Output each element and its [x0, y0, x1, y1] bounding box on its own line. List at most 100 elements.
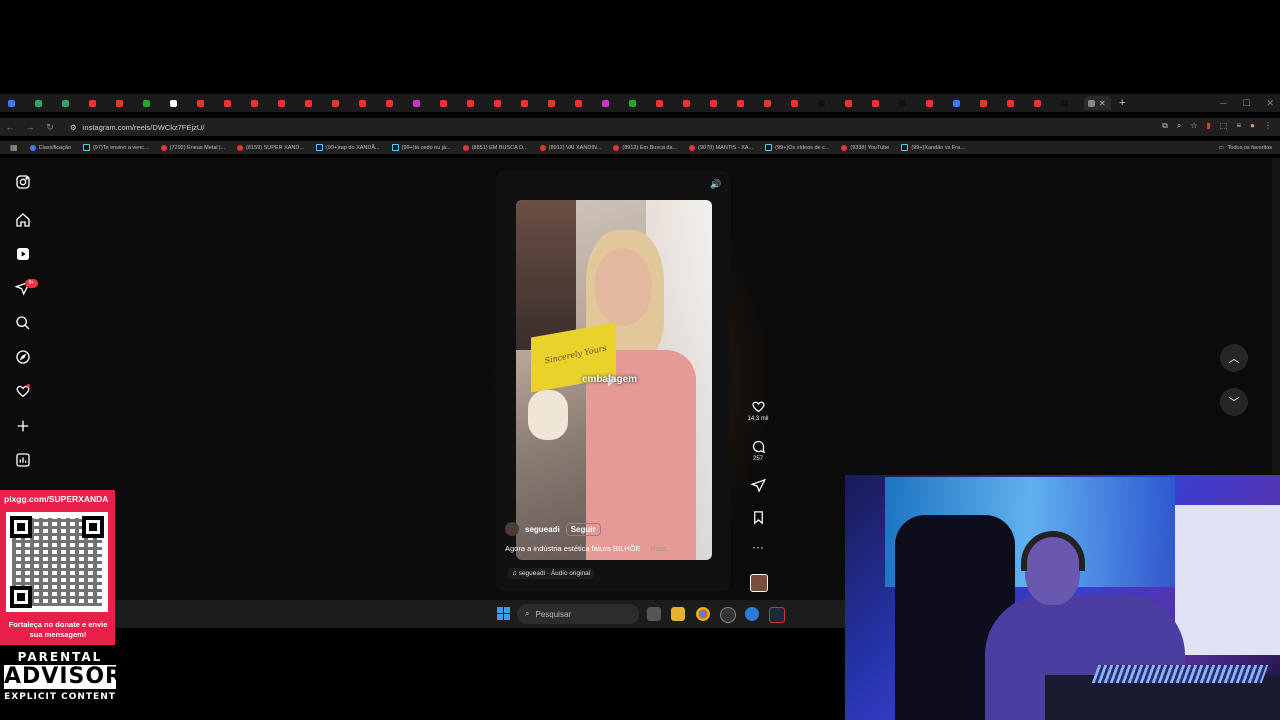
- browser-tab[interactable]: [976, 96, 1003, 110]
- close-tab-icon[interactable]: ✕: [1099, 99, 1106, 108]
- zoom-icon[interactable]: ⌕: [1177, 121, 1181, 131]
- browser-tab[interactable]: [139, 96, 166, 110]
- browser-tab[interactable]: [490, 96, 517, 110]
- share-icon[interactable]: [750, 478, 766, 493]
- browser-tab[interactable]: [787, 96, 814, 110]
- like-heart-icon[interactable]: [751, 399, 766, 414]
- back-icon[interactable]: ←: [0, 122, 20, 132]
- browser-tab[interactable]: [247, 96, 274, 110]
- create-plus-icon[interactable]: [12, 415, 34, 437]
- next-reel-button[interactable]: ﹀: [1220, 388, 1248, 416]
- browser-tab[interactable]: [517, 96, 544, 110]
- maximize-icon[interactable]: ☐: [1242, 94, 1250, 112]
- app-icon[interactable]: [720, 607, 736, 623]
- close-window-icon[interactable]: ✕: [1266, 94, 1274, 112]
- settings-app-icon[interactable]: [745, 607, 759, 621]
- browser-tab[interactable]: [463, 96, 490, 110]
- browser-tab[interactable]: [841, 96, 868, 110]
- media-icon[interactable]: ≡: [1236, 121, 1241, 131]
- site-info-icon[interactable]: ⚙: [70, 123, 77, 132]
- comment-action[interactable]: 257: [746, 439, 770, 462]
- bookmark-item[interactable]: (7292) Eneas Metal |...: [160, 144, 225, 151]
- browser-tab[interactable]: [4, 96, 31, 110]
- reload-icon[interactable]: ↻: [40, 122, 60, 133]
- extensions-puzzle-icon[interactable]: ⬚: [1220, 121, 1228, 131]
- windows-start-icon[interactable]: [497, 607, 510, 620]
- all-favorites[interactable]: ▭ Todos os favoritos: [1218, 145, 1272, 151]
- browser-tab[interactable]: [166, 96, 193, 110]
- bookmark-item[interactable]: (8912) VAI XANDIN...: [539, 144, 601, 151]
- chrome-icon[interactable]: [696, 607, 710, 621]
- minimize-icon[interactable]: ─: [1220, 94, 1226, 112]
- browser-tab[interactable]: [679, 96, 706, 110]
- browser-tab[interactable]: ✕: [1084, 96, 1111, 110]
- bookmark-item[interactable]: (97)Te ensino a venc...: [82, 144, 149, 151]
- browser-tab[interactable]: [652, 96, 679, 110]
- audio-thumbnail[interactable]: [750, 574, 768, 592]
- bookmark-item[interactable]: (8912) Em Busca da...: [613, 144, 677, 151]
- browser-tab[interactable]: [544, 96, 571, 110]
- browser-tab[interactable]: [571, 96, 598, 110]
- audio-track[interactable]: ♫ segueadi · Áudio original: [508, 568, 595, 579]
- browser-tab[interactable]: [220, 96, 247, 110]
- more-options-icon[interactable]: ···: [746, 540, 770, 554]
- browser-tab[interactable]: [733, 96, 760, 110]
- bookmark-item[interactable]: Classificação: [29, 144, 71, 151]
- like-action[interactable]: 14,3 mil: [746, 399, 770, 422]
- browser-tab[interactable]: [814, 96, 841, 110]
- url-field[interactable]: ⚙ instagram.com/reels/DWCkz7FEjzU/: [70, 123, 204, 132]
- share-action[interactable]: [746, 478, 770, 495]
- bookmark-icon[interactable]: [751, 510, 766, 525]
- browser-tab[interactable]: [895, 96, 922, 110]
- home-icon[interactable]: [12, 209, 34, 231]
- browser-tab[interactable]: [706, 96, 733, 110]
- dashboard-icon[interactable]: [12, 449, 34, 471]
- extension-icon[interactable]: ▮: [1207, 121, 1211, 131]
- taskbar-search[interactable]: ⌕ Pesquisar: [517, 604, 639, 624]
- notifications-heart-icon[interactable]: [12, 380, 34, 402]
- browser-tab[interactable]: [31, 96, 58, 110]
- reel-caption[interactable]: Agora a indústria estética fatura BILHÕE…: [505, 544, 667, 553]
- profile-avatar[interactable]: ●: [1250, 121, 1255, 131]
- save-action[interactable]: [746, 510, 770, 527]
- instagram-logo-icon[interactable]: [12, 171, 34, 193]
- bookmark-item[interactable]: (99+)tá cedo ou já...: [391, 144, 451, 151]
- bookmark-item[interactable]: (8159) SUPER XAND...: [237, 144, 304, 151]
- browser-tab[interactable]: [382, 96, 409, 110]
- comment-icon[interactable]: [751, 439, 766, 454]
- new-tab-button[interactable]: +: [1119, 97, 1125, 109]
- browser-tab[interactable]: [625, 96, 652, 110]
- bookmark-star-icon[interactable]: ☆: [1190, 121, 1197, 131]
- bookmark-item[interactable]: (99+)Os vídeos de c...: [765, 144, 829, 151]
- steam-icon[interactable]: [769, 607, 785, 623]
- browser-tab[interactable]: [193, 96, 220, 110]
- browser-tab[interactable]: [112, 96, 139, 110]
- browser-tab[interactable]: [868, 96, 895, 110]
- browser-tab[interactable]: [328, 96, 355, 110]
- search-icon[interactable]: [12, 312, 34, 334]
- forward-icon[interactable]: →: [20, 122, 40, 132]
- bookmark-item[interactable]: (9078) MANTIS - XA...: [689, 144, 753, 151]
- install-icon[interactable]: ⧉: [1162, 121, 1168, 131]
- browser-tab[interactable]: [598, 96, 625, 110]
- bookmark-item[interactable]: (99+)rap do XANDÃ...: [315, 144, 380, 151]
- browser-tab[interactable]: [1030, 96, 1057, 110]
- browser-tab[interactable]: [949, 96, 976, 110]
- browser-tab[interactable]: [355, 96, 382, 110]
- bookmark-item[interactable]: (8851) EM BUSCA D...: [462, 144, 528, 151]
- browser-tab[interactable]: [922, 96, 949, 110]
- browser-tab[interactable]: [409, 96, 436, 110]
- reel-video[interactable]: Sincerely Yours embalagem: [516, 200, 712, 560]
- file-explorer-icon[interactable]: [671, 607, 685, 621]
- caption-more[interactable]: ... mais: [643, 544, 667, 553]
- browser-tab[interactable]: [85, 96, 112, 110]
- browser-tab[interactable]: [58, 96, 85, 110]
- browser-tab[interactable]: [1003, 96, 1030, 110]
- browser-tab[interactable]: [436, 96, 463, 110]
- audio-icon[interactable]: 🔊: [710, 179, 722, 191]
- apps-icon[interactable]: ▦: [10, 143, 18, 152]
- author-username[interactable]: segueadi: [525, 525, 560, 534]
- explore-icon[interactable]: [12, 346, 34, 368]
- bookmark-item[interactable]: (99+)Xandão vs Fra...: [901, 144, 965, 151]
- follow-button[interactable]: Seguir: [565, 522, 601, 536]
